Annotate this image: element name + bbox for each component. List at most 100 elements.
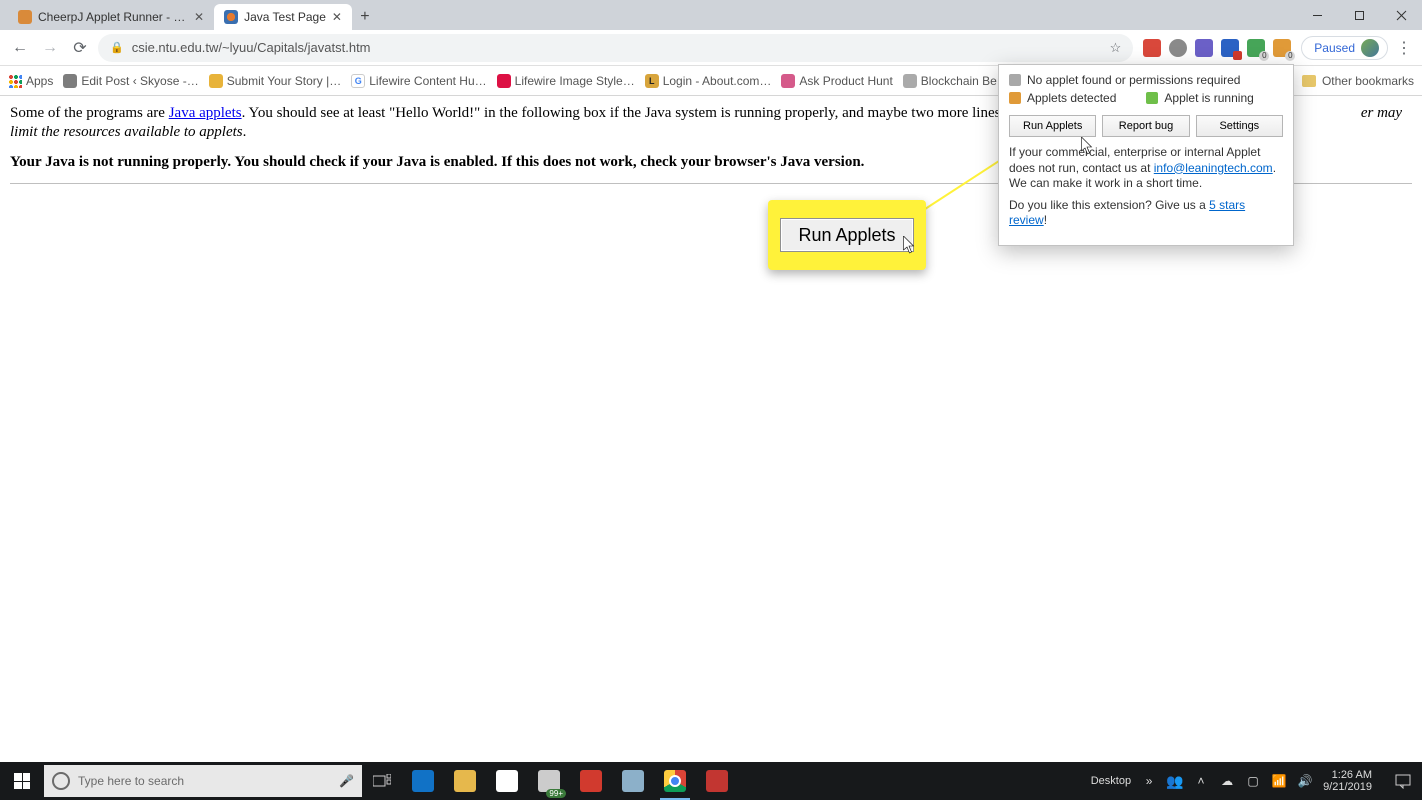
bookmark-item[interactable]: Blockchain Be	[903, 74, 997, 88]
taskbar-edge[interactable]	[402, 762, 444, 800]
java-applets-link[interactable]: Java applets	[169, 105, 242, 121]
bookmark-label: Submit Your Story |…	[227, 74, 342, 88]
status-text: No applet found or permissions required	[1027, 73, 1240, 87]
bookmark-label: Blockchain Be	[921, 74, 997, 88]
close-window-button[interactable]	[1380, 0, 1422, 30]
status-badge-icon	[1009, 92, 1021, 104]
bookmark-icon: L	[645, 74, 659, 88]
extension-icon[interactable]	[1247, 39, 1265, 57]
tab-title: CheerpJ Applet Runner - Chrome	[38, 10, 188, 24]
tab-java-test[interactable]: Java Test Page ✕	[214, 4, 352, 30]
system-tray: Desktop » 👥 ˄ ☁ ▢ 📶 🔊 1:26 AM 9/21/2019	[1091, 769, 1422, 793]
bookmark-label: Lifewire Image Style…	[515, 74, 635, 88]
bookmark-item[interactable]: Ask Product Hunt	[781, 74, 892, 88]
people-icon[interactable]: 👥	[1167, 773, 1183, 789]
other-bookmarks-label: Other bookmarks	[1322, 74, 1414, 88]
popup-button-row: Run Applets Report bug Settings	[1009, 115, 1283, 137]
volume-icon[interactable]: 🔊	[1297, 773, 1313, 789]
button-label: Run Applets	[798, 225, 895, 246]
window-controls	[1296, 0, 1422, 30]
popup-status-row: Applets detected Applet is running	[1009, 91, 1283, 109]
text: Some of the programs are	[10, 105, 169, 121]
cheerpj-popup: No applet found or permissions required …	[998, 64, 1294, 246]
taskbar-mail[interactable]: 99+	[528, 762, 570, 800]
forward-button[interactable]: →	[38, 36, 62, 60]
settings-button[interactable]: Settings	[1196, 115, 1283, 137]
status-text: Applet is running	[1164, 91, 1253, 105]
extension-icon[interactable]	[1143, 39, 1161, 57]
desktop-toolbar[interactable]: Desktop	[1091, 775, 1131, 787]
chevron-toolbar-icon[interactable]: »	[1141, 773, 1157, 789]
extension-icon[interactable]	[1195, 39, 1213, 57]
search-placeholder: Type here to search	[78, 774, 184, 788]
toolbar: ← → ⟳ 🔒 csie.ntu.edu.tw/~lyuu/Capitals/j…	[0, 30, 1422, 66]
cheerpj-extension-icon[interactable]	[1273, 39, 1291, 57]
bookmark-label: Lifewire Content Hu…	[369, 74, 486, 88]
taskbar-chrome[interactable]	[654, 762, 696, 800]
folder-icon	[454, 770, 476, 792]
bookmark-item[interactable]: Edit Post ‹ Skyose -…	[63, 74, 198, 88]
reload-button[interactable]: ⟳	[68, 36, 92, 60]
lock-icon: 🔒	[110, 41, 124, 54]
status-badge-icon	[1009, 74, 1021, 86]
folder-icon	[1302, 75, 1316, 87]
annotation-highlight: Run Applets	[768, 200, 926, 270]
apps-button[interactable]: Apps	[8, 74, 53, 88]
wifi-icon[interactable]: 📶	[1271, 773, 1287, 789]
extension-icon[interactable]	[1221, 39, 1239, 57]
omnibox[interactable]: 🔒 csie.ntu.edu.tw/~lyuu/Capitals/javatst…	[98, 34, 1133, 62]
chrome-icon	[664, 770, 686, 792]
taskbar-notepad[interactable]	[612, 762, 654, 800]
contact-email-link[interactable]: info@leaningtech.com	[1154, 161, 1273, 175]
chrome-menu-button[interactable]: ⋮	[1394, 38, 1414, 58]
tab-strip: CheerpJ Applet Runner - Chrome ✕ Java Te…	[0, 0, 1422, 30]
taskbar-app[interactable]	[696, 762, 738, 800]
mic-icon[interactable]: 🎤	[339, 774, 354, 788]
app-icon	[706, 770, 728, 792]
bookmark-label: Login - About.com…	[663, 74, 772, 88]
minimize-button[interactable]	[1296, 0, 1338, 30]
battery-icon[interactable]: ▢	[1245, 773, 1261, 789]
time-text: 1:26 AM	[1323, 769, 1372, 781]
popup-status-line: No applet found or permissions required	[1009, 73, 1283, 87]
onedrive-icon[interactable]: ☁	[1219, 773, 1235, 789]
taskbar-search[interactable]: Type here to search 🎤	[44, 765, 362, 797]
other-bookmarks[interactable]: Other bookmarks	[1302, 74, 1414, 88]
back-button[interactable]: ←	[8, 36, 32, 60]
task-view-button[interactable]	[362, 774, 402, 788]
notepad-icon	[622, 770, 644, 792]
bookmark-item[interactable]: Submit Your Story |…	[209, 74, 342, 88]
taskbar-vivaldi[interactable]	[570, 762, 612, 800]
run-applets-callout-button[interactable]: Run Applets	[780, 218, 914, 252]
close-icon[interactable]: ✕	[332, 10, 342, 24]
bookmark-icon: G	[351, 74, 365, 88]
url-text: csie.ntu.edu.tw/~lyuu/Capitals/javatst.h…	[132, 40, 1096, 55]
report-bug-button[interactable]: Report bug	[1102, 115, 1189, 137]
star-icon[interactable]: ☆	[1110, 40, 1122, 56]
tab-favicon	[18, 10, 32, 24]
new-tab-button[interactable]: +	[352, 4, 378, 30]
start-button[interactable]	[0, 762, 44, 800]
taskbar-store[interactable]	[486, 762, 528, 800]
bookmark-item[interactable]: L Login - About.com…	[645, 74, 772, 88]
profile-paused-chip[interactable]: Paused	[1301, 36, 1388, 60]
tab-cheerpj[interactable]: CheerpJ Applet Runner - Chrome ✕	[8, 4, 214, 30]
bookmark-item[interactable]: G Lifewire Content Hu…	[351, 74, 486, 88]
avatar	[1361, 39, 1379, 57]
text: !	[1044, 213, 1047, 227]
action-center-icon[interactable]	[1388, 773, 1418, 789]
bookmark-icon	[781, 74, 795, 88]
close-icon[interactable]: ✕	[194, 10, 204, 24]
extension-icon[interactable]	[1169, 39, 1187, 57]
bookmark-label: Edit Post ‹ Skyose -…	[81, 74, 198, 88]
taskbar-pinned: 99+	[402, 762, 738, 800]
extension-icons	[1139, 39, 1295, 57]
chevron-up-icon[interactable]: ˄	[1193, 773, 1209, 789]
status-text: Applets detected	[1027, 91, 1116, 105]
bookmark-item[interactable]: Lifewire Image Style…	[497, 74, 635, 88]
taskbar-explorer[interactable]	[444, 762, 486, 800]
run-applets-button[interactable]: Run Applets	[1009, 115, 1096, 137]
clock[interactable]: 1:26 AM 9/21/2019	[1323, 769, 1378, 793]
apps-label: Apps	[26, 74, 53, 88]
maximize-button[interactable]	[1338, 0, 1380, 30]
